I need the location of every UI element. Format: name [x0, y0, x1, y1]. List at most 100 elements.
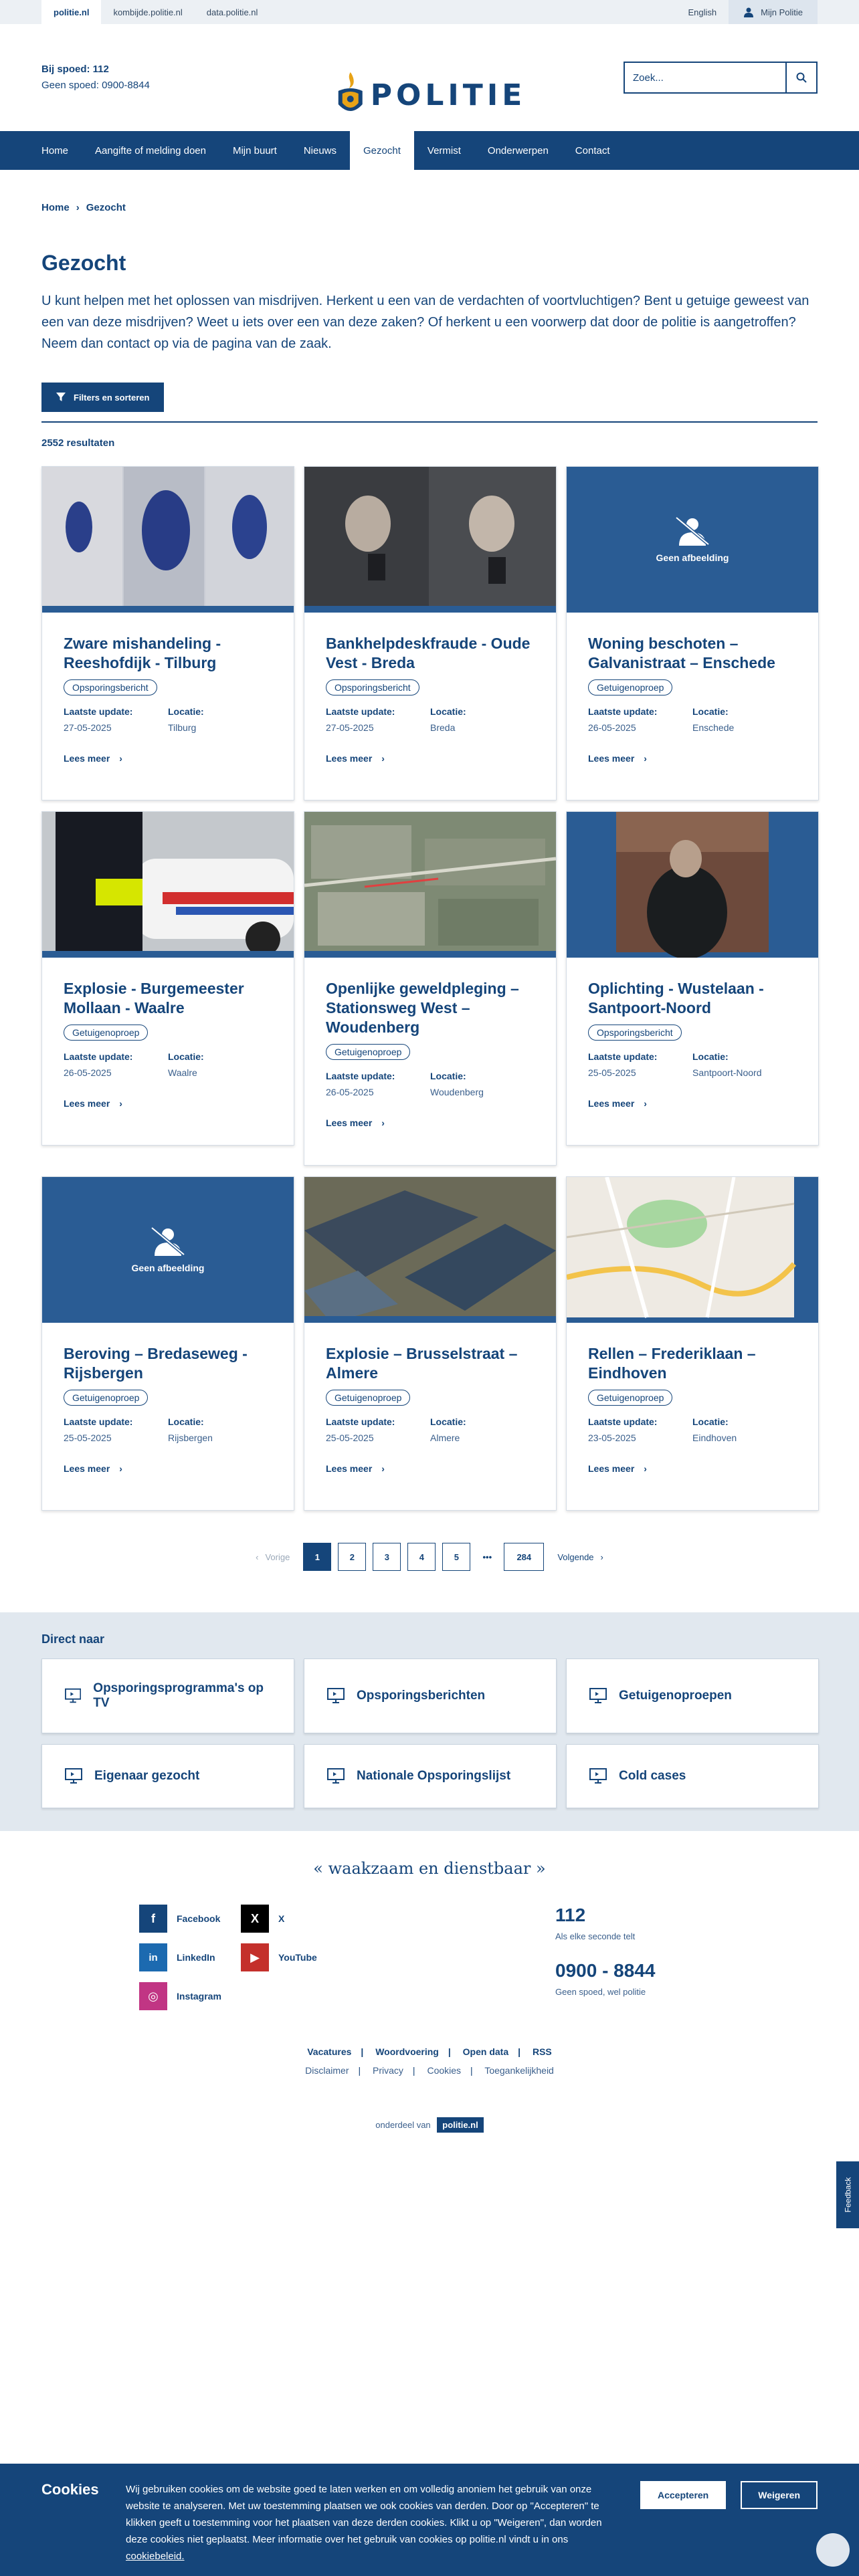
pagination-prev-label: Vorige — [265, 1551, 290, 1562]
breadcrumb-home[interactable]: Home — [41, 202, 70, 213]
read-more-label: Lees meer — [326, 1463, 373, 1474]
update-label: Laatste update: — [326, 1071, 395, 1081]
card-title[interactable]: Beroving – Bredaseweg - Rijsbergen — [64, 1344, 272, 1383]
nav-aangifte[interactable]: Aangifte of melding doen — [82, 131, 219, 170]
search-input[interactable] — [625, 63, 785, 92]
no-image-placeholder: Geen afbeelding — [42, 1177, 294, 1323]
monitor-icon — [65, 1768, 82, 1784]
direct-link-card[interactable]: Opsporingsberichten — [304, 1658, 557, 1733]
footer-link-vacatures[interactable]: Vacatures — [307, 2046, 351, 2057]
topbar-link-kombijde[interactable]: kombijde.politie.nl — [101, 0, 194, 24]
result-card[interactable]: Explosie - Burgemeester Mollaan - Waalre… — [41, 811, 294, 1146]
topbar-link-politie[interactable]: politie.nl — [41, 0, 102, 24]
footer-link-disclaimer[interactable]: Disclaimer — [305, 2065, 349, 2076]
footer-link-privacy[interactable]: Privacy — [373, 2065, 403, 2076]
page-button[interactable]: 4 — [407, 1543, 436, 1571]
read-more-link[interactable]: Lees meer › — [326, 1117, 535, 1128]
mijn-politie-link[interactable]: Mijn Politie — [729, 0, 818, 24]
feedback-tab[interactable]: Feedback — [836, 2161, 859, 2228]
result-card[interactable]: Explosie – Brusselstraat – Almere Getuige… — [304, 1176, 557, 1511]
social-facebook[interactable]: f Facebook — [139, 1905, 241, 1933]
card-title[interactable]: Oplichting - Wustelaan - Santpoort-Noord — [588, 979, 797, 1018]
footer-link-open-data[interactable]: Open data — [463, 2046, 508, 2057]
filters-button[interactable]: Filters en sorteren — [41, 383, 165, 412]
read-more-link[interactable]: Lees meer › — [588, 1463, 797, 1474]
direct-link-label: Cold cases — [619, 1769, 686, 1783]
chat-avatar[interactable] — [816, 2533, 850, 2567]
page-button[interactable]: 5 — [442, 1543, 471, 1571]
page-button[interactable]: 2 — [338, 1543, 367, 1571]
cookie-text-body: Wij gebruiken cookies om de website goed… — [126, 2484, 602, 2545]
page-button[interactable]: 1 — [303, 1543, 332, 1571]
card-title[interactable]: Bankhelpdeskfraude - Oude Vest - Breda — [326, 634, 535, 673]
result-card[interactable]: Bankhelpdeskfraude - Oude Vest - Breda Op… — [304, 466, 557, 800]
nav-gezocht[interactable]: Gezocht — [350, 131, 414, 170]
nav-contact[interactable]: Contact — [562, 131, 624, 170]
pagination-ellipsis: ••• — [482, 1551, 492, 1562]
nav-nieuws[interactable]: Nieuws — [290, 131, 350, 170]
nav-mijn-buurt[interactable]: Mijn buurt — [219, 131, 290, 170]
card-title[interactable]: Explosie - Burgemeester Mollaan - Waalre — [64, 979, 272, 1018]
page-button-last[interactable]: 284 — [504, 1543, 545, 1571]
cookie-policy-link[interactable]: cookiebeleid. — [126, 2551, 185, 2562]
cookie-buttons: Accepteren Weigeren — [640, 2481, 818, 2576]
monitor-icon — [589, 1768, 607, 1784]
social-instagram[interactable]: ◎ Instagram — [139, 1982, 241, 2010]
divider — [41, 421, 818, 423]
card-image — [304, 467, 556, 613]
social-youtube[interactable]: ▶ YouTube — [241, 1943, 335, 1971]
read-more-link[interactable]: Lees meer › — [588, 1098, 797, 1109]
reject-button[interactable]: Weigeren — [741, 2481, 818, 2509]
nav-vermist[interactable]: Vermist — [414, 131, 474, 170]
card-title[interactable]: Explosie – Brusselstraat – Almere — [326, 1344, 535, 1383]
read-more-link[interactable]: Lees meer › — [64, 1463, 272, 1474]
result-card[interactable]: Oplichting - Wustelaan - Santpoort-Noord… — [566, 811, 819, 1146]
social-linkedin[interactable]: in LinkedIn — [139, 1943, 241, 1971]
read-more-link[interactable]: Lees meer › — [326, 1463, 535, 1474]
footer-link-rss[interactable]: RSS — [533, 2046, 552, 2057]
result-card[interactable]: Rellen – Frederiklaan – Eindhoven Getuige… — [566, 1176, 819, 1511]
location-value: Woudenberg — [430, 1087, 484, 1097]
accept-button[interactable]: Accepteren — [640, 2481, 727, 2509]
read-more-link[interactable]: Lees meer › — [64, 1098, 272, 1109]
topbar-link-data[interactable]: data.politie.nl — [195, 0, 270, 24]
card-image — [304, 1177, 556, 1323]
direct-link-label: Getuigenoproepen — [619, 1689, 732, 1703]
footer-link-toegankelijkheid[interactable]: Toegankelijkheid — [484, 2065, 554, 2076]
no-image-label: Geen afbeelding — [131, 1263, 205, 1273]
nav-onderwerpen[interactable]: Onderwerpen — [474, 131, 562, 170]
direct-link-card[interactable]: Nationale Opsporingslijst — [304, 1744, 557, 1808]
linkedin-icon: in — [139, 1943, 167, 1971]
politie-logo[interactable]: POLITIE — [333, 71, 527, 119]
result-card[interactable]: Geen afbeelding Woning beschoten – Galvan… — [566, 466, 819, 800]
card-tag: Getuigenoproep — [64, 1025, 149, 1041]
read-more-label: Lees meer — [588, 1463, 635, 1474]
direct-link-card[interactable]: Opsporingsprogramma's op TV — [41, 1658, 294, 1733]
footer-link-cookies[interactable]: Cookies — [427, 2065, 461, 2076]
english-link[interactable]: English — [676, 0, 729, 24]
card-title[interactable]: Rellen – Frederiklaan – Eindhoven — [588, 1344, 797, 1383]
direct-link-card[interactable]: Cold cases — [566, 1744, 819, 1808]
location-value: Rijsbergen — [168, 1432, 213, 1443]
pagination-next[interactable]: Volgende › — [551, 1552, 610, 1562]
direct-link-card[interactable]: Eigenaar gezocht — [41, 1744, 294, 1808]
nav-home[interactable]: Home — [28, 131, 82, 170]
result-card[interactable]: Geen afbeelding Beroving – Bredaseweg - R… — [41, 1176, 294, 1511]
direct-link-card[interactable]: Getuigenoproepen — [566, 1658, 819, 1733]
search-button[interactable] — [785, 63, 816, 92]
chevron-left-icon: ‹ — [256, 1551, 259, 1562]
card-title[interactable]: Woning beschoten – Galvanistraat – Ensch… — [588, 634, 797, 673]
read-more-link[interactable]: Lees meer › — [588, 753, 797, 764]
update-date: 26-05-2025 — [64, 1067, 112, 1078]
result-card[interactable]: Openlijke geweldpleging – Stationsweg We… — [304, 811, 557, 1166]
footer-link-woordvoering[interactable]: Woordvoering — [375, 2046, 439, 2057]
card-title[interactable]: Zware mishandeling - Reeshofdijk - Tilbu… — [64, 634, 272, 673]
politie-nl-badge[interactable]: politie.nl — [437, 2117, 484, 2133]
social-x[interactable]: X X — [241, 1905, 335, 1933]
read-more-link[interactable]: Lees meer › — [64, 753, 272, 764]
location-label: Locatie: — [168, 1416, 204, 1427]
result-card[interactable]: Zware mishandeling - Reeshofdijk - Tilbu… — [41, 466, 294, 800]
read-more-link[interactable]: Lees meer › — [326, 753, 535, 764]
page-button[interactable]: 3 — [373, 1543, 401, 1571]
card-title[interactable]: Openlijke geweldpleging – Stationsweg We… — [326, 979, 535, 1037]
